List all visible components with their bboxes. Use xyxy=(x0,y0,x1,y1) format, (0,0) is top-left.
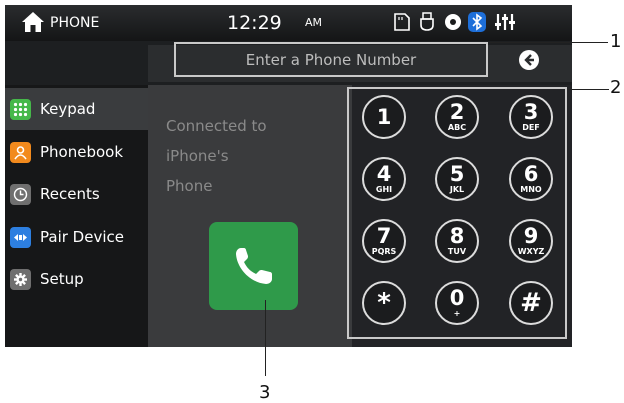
connection-line-3: Phone xyxy=(166,177,213,195)
gear-icon xyxy=(10,268,31,290)
key-letters: TUV xyxy=(447,247,467,256)
keypad: 1 2 ABC 3 DEF 4 GHI 5 JKL 6 MNO 7 PQRS 8… xyxy=(347,87,567,339)
home-icon[interactable] xyxy=(21,11,45,33)
key-star[interactable]: * xyxy=(362,281,406,325)
key-digit: 9 xyxy=(523,224,539,248)
sidebar-item-label: Recents xyxy=(40,185,100,203)
key-0[interactable]: 0 + xyxy=(435,281,479,325)
key-digit: 7 xyxy=(376,224,392,248)
sd-card-icon xyxy=(394,13,410,31)
sidebar-item-label: Pair Device xyxy=(40,228,124,246)
clock-time: 12:29 xyxy=(227,12,282,34)
phonebook-icon xyxy=(10,141,31,163)
key-letters: JKL xyxy=(449,185,465,194)
key-4[interactable]: 4 GHI xyxy=(362,157,406,201)
key-letters: GHI xyxy=(375,185,393,194)
key-3[interactable]: 3 DEF xyxy=(509,95,553,139)
keypad-grid-icon xyxy=(10,98,31,120)
key-digit: # xyxy=(520,288,542,318)
key-digit: 1 xyxy=(376,104,392,129)
status-bar: PHONE 12:29 AM xyxy=(5,5,572,41)
key-hash[interactable]: # xyxy=(509,281,553,325)
key-letters: WXYZ xyxy=(517,247,545,256)
key-6[interactable]: 6 MNO xyxy=(509,157,553,201)
sidebar-item-label: Keypad xyxy=(40,100,96,118)
app-title: PHONE xyxy=(50,15,100,31)
usb-icon xyxy=(420,12,434,31)
sidebar-item-pair-device[interactable]: Pair Device xyxy=(5,216,148,258)
connection-line-2: iPhone's xyxy=(166,147,229,165)
bluetooth-icon xyxy=(468,12,486,32)
key-9[interactable]: 9 WXYZ xyxy=(509,219,553,263)
pair-device-icon xyxy=(10,226,31,248)
clock-icon xyxy=(10,183,31,205)
key-8[interactable]: 8 TUV xyxy=(435,219,479,263)
callout-line-1 xyxy=(488,42,608,43)
callout-line-2 xyxy=(567,89,609,90)
key-digit: 6 xyxy=(523,162,539,186)
key-digit: 0 xyxy=(449,286,465,310)
sidebar-item-setup[interactable]: Setup xyxy=(5,258,148,300)
callout-number-1: 1 xyxy=(610,31,622,52)
key-digit: 2 xyxy=(449,100,465,124)
key-digit: * xyxy=(377,288,391,318)
phone-number-input[interactable]: Enter a Phone Number xyxy=(174,42,488,77)
key-digit: 3 xyxy=(523,100,539,124)
key-digit: 4 xyxy=(376,162,392,186)
key-letters: + xyxy=(453,309,461,318)
key-5[interactable]: 5 JKL xyxy=(435,157,479,201)
back-arrow-icon xyxy=(518,49,539,70)
phone-number-placeholder: Enter a Phone Number xyxy=(245,50,417,69)
disc-icon xyxy=(445,14,461,30)
key-letters: PQRS xyxy=(371,247,397,256)
connection-status: Connected to iPhone's Phone xyxy=(166,111,296,201)
key-2[interactable]: 2 ABC xyxy=(435,95,479,139)
sidebar-item-label: Phonebook xyxy=(40,143,124,161)
clock-ampm: AM xyxy=(305,16,323,29)
call-button[interactable] xyxy=(209,222,298,310)
sidebar-item-recents[interactable]: Recents xyxy=(5,173,148,215)
sidebar: Keypad Phonebook Recents Pair Device Set… xyxy=(5,85,148,347)
callout-number-2: 2 xyxy=(610,77,622,98)
key-1[interactable]: 1 xyxy=(362,95,406,139)
callout-line-3 xyxy=(265,300,266,376)
key-letters: MNO xyxy=(520,185,542,194)
key-7[interactable]: 7 PQRS xyxy=(362,219,406,263)
sidebar-item-keypad[interactable]: Keypad xyxy=(5,88,148,130)
connection-line-1: Connected to xyxy=(166,117,267,135)
key-digit: 8 xyxy=(449,224,465,248)
backspace-button[interactable] xyxy=(490,42,567,77)
phone-handset-icon xyxy=(235,248,272,284)
sidebar-item-phonebook[interactable]: Phonebook xyxy=(5,131,148,173)
key-letters: DEF xyxy=(522,123,540,132)
key-letters: ABC xyxy=(447,123,467,132)
sidebar-item-label: Setup xyxy=(40,270,84,288)
callout-number-3: 3 xyxy=(259,382,271,403)
equalizer-icon[interactable] xyxy=(494,12,516,32)
key-digit: 5 xyxy=(449,162,465,186)
